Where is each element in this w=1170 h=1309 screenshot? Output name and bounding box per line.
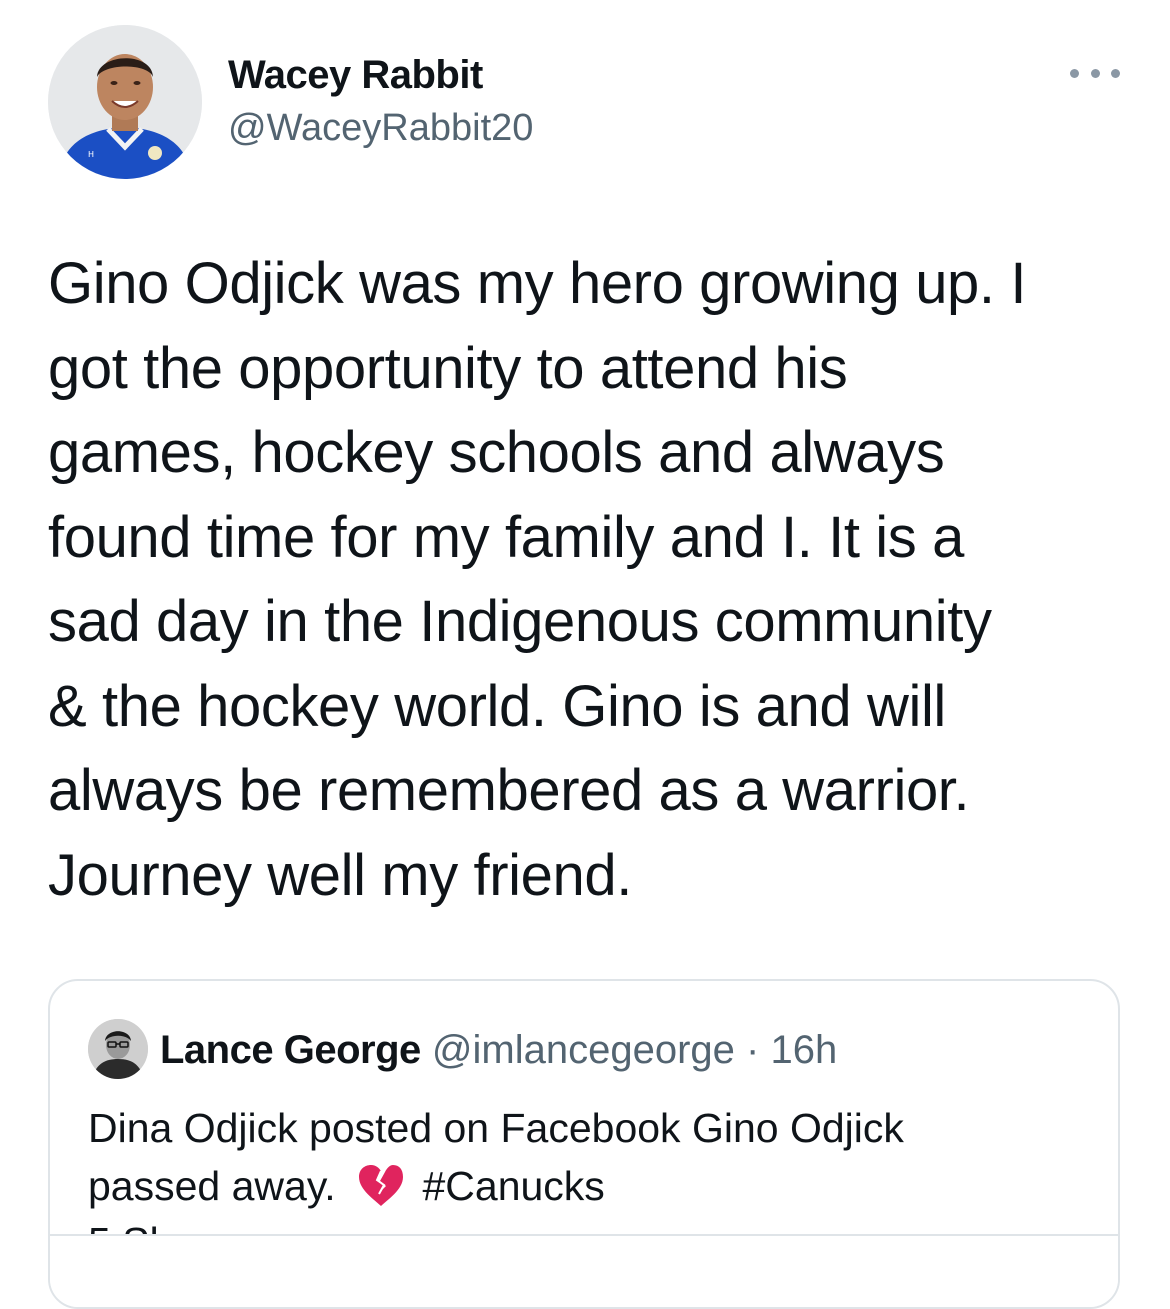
tweet-text-line: always be remembered as a warrior. — [48, 758, 970, 823]
quoted-tweet-card[interactable]: Lance George @imlancegeorge · 16h Dina O… — [48, 979, 1120, 1309]
tweet-text-line: found time for my family and I. It is a — [48, 504, 964, 570]
author-name[interactable]: Wacey Rabbit — [228, 50, 483, 100]
more-options-button[interactable] — [1070, 63, 1120, 83]
quoted-author-photo-icon — [88, 1019, 148, 1079]
author-handle[interactable]: @WaceyRabbit20 — [228, 104, 533, 152]
tweet-text-line: got the opportunity to attend his — [48, 335, 848, 401]
quoted-tweet-header: Lance George @imlancegeorge · 16h — [160, 1025, 837, 1075]
tweet-text-line: Journey well my friend. — [48, 842, 632, 908]
quoted-tweet-text: Dina Odjick posted on Facebook Gino Odji… — [88, 1099, 1088, 1215]
tweet-text-line: & the hockey world. Gino is and will — [48, 673, 946, 739]
author-photo-icon: H — [48, 25, 202, 179]
quoted-text-fragment: passed away. — [88, 1163, 336, 1209]
quoted-tweet-time[interactable]: 16h — [770, 1028, 837, 1072]
tweet-text-line: Gino Odjick was my hero growing up. I — [48, 251, 1027, 316]
tweet-text: Gino Odjick was my hero growing up. I go… — [48, 242, 1138, 918]
quoted-text-line-2: passed away. #Canucks — [88, 1157, 1088, 1215]
more-horizontal-icon-dot — [1111, 68, 1120, 78]
quoted-text-line: Dina Odjick posted on Facebook Gino Odji… — [88, 1105, 904, 1151]
more-horizontal-icon — [1070, 68, 1079, 78]
quoted-author-avatar[interactable] — [88, 1019, 148, 1079]
svg-text:H: H — [88, 150, 94, 159]
hashtag-link[interactable]: #Canucks — [422, 1163, 604, 1209]
tweet-text-line: sad day in the Indigenous community — [48, 589, 992, 654]
tweet-text-line: games, hockey schools and always — [48, 420, 945, 485]
card-lower-area — [50, 1236, 1118, 1307]
quoted-author-handle[interactable]: @imlancegeorge — [432, 1028, 735, 1072]
author-avatar[interactable]: H — [48, 25, 202, 179]
broken-heart-icon — [359, 1165, 404, 1206]
more-horizontal-icon-dot — [1090, 68, 1100, 78]
quoted-author-name[interactable]: Lance George — [160, 1028, 421, 1072]
header-separator: · — [746, 1028, 760, 1072]
